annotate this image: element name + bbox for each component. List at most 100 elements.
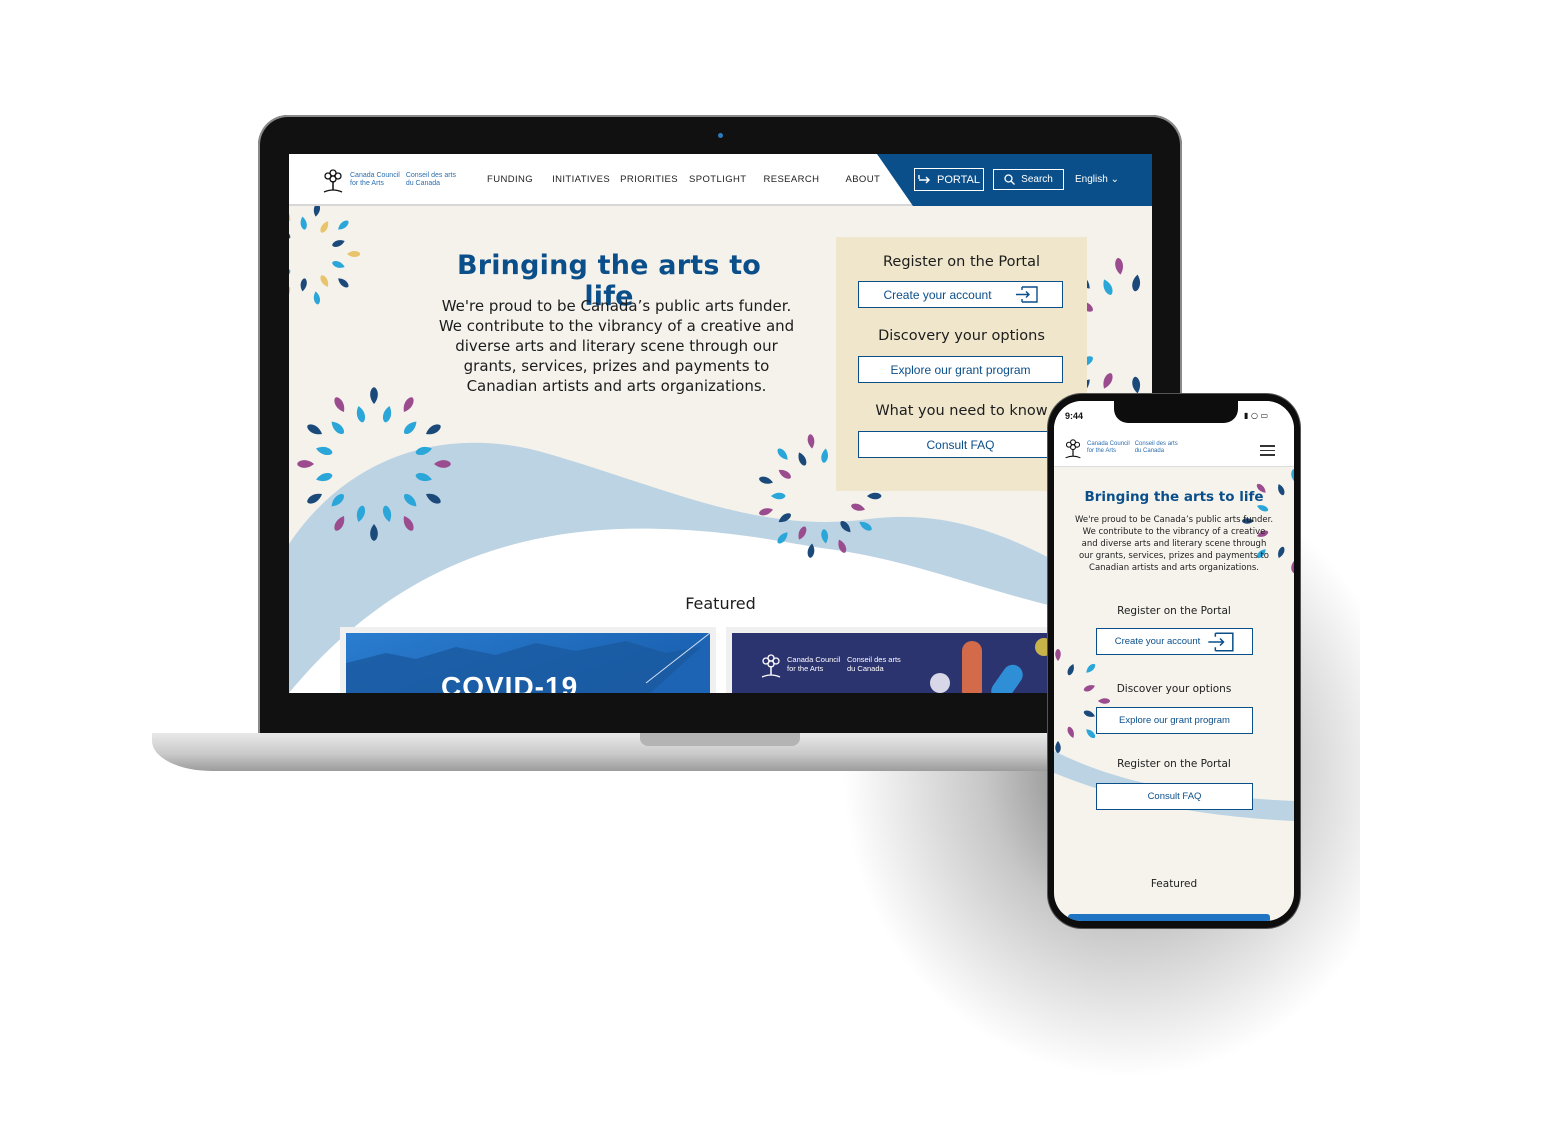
mobile-logo-french: Conseil des arts du Canada <box>1135 441 1178 455</box>
mobile-cta-heading-portal-2: Register on the Portal <box>1117 758 1231 770</box>
petal <box>1115 257 1123 275</box>
logo-en-line1: Canada Council <box>350 172 400 179</box>
wifi-icon: ○ <box>1250 411 1258 420</box>
search-button-label: Search <box>1021 174 1053 185</box>
mobile-create-account-label: Create your account <box>1114 636 1201 647</box>
petal <box>425 424 441 435</box>
nav-about[interactable]: ABOUT <box>845 174 880 185</box>
signal-icon: ▮ <box>1244 411 1249 420</box>
mobile-logo-fr-line1: Conseil des arts <box>1134 441 1178 447</box>
featured-card-covid[interactable]: COVID-19 <box>340 627 716 693</box>
petal <box>807 434 815 449</box>
petal <box>1086 729 1096 739</box>
petal <box>404 421 417 434</box>
mobile-cta-heading-portal: Register on the Portal <box>1117 605 1231 617</box>
nav-initiatives[interactable]: INITIATIVES <box>552 174 610 185</box>
mobile-decoration <box>1054 469 1294 821</box>
mobile-logo-en-line1: Canada Council <box>1087 441 1130 447</box>
mobile-logo-english: Canada Council for the Arts <box>1087 441 1130 455</box>
tree-logo-icon <box>323 169 343 193</box>
portal-button[interactable]: PORTAL <box>914 168 984 191</box>
logo-fr-line2: du Canada <box>405 180 441 187</box>
petal <box>1055 741 1061 753</box>
petal <box>307 493 323 504</box>
petal <box>316 472 333 482</box>
petal <box>338 278 349 288</box>
nav-spotlight[interactable]: SPOTLIGHT <box>689 174 746 185</box>
desktop-screen: Canada Council for the Arts Conseil des … <box>289 154 1152 693</box>
petal <box>1291 561 1294 573</box>
petal <box>1067 726 1074 738</box>
create-account-button[interactable]: Create your account <box>858 281 1063 308</box>
petal <box>289 229 291 239</box>
petal <box>316 446 333 456</box>
nav-research[interactable]: RESEARCH <box>763 174 819 185</box>
cta-heading-options: Discovery your options <box>878 328 1045 344</box>
cta-heading-portal: Register on the Portal <box>882 254 1041 270</box>
hero-body: We're proud to be Canada’s public arts f… <box>438 297 795 395</box>
petal <box>1103 373 1113 389</box>
portal-arrow-icon <box>918 174 930 183</box>
mobile-logo-en-line2: for the Arts <box>1087 448 1117 454</box>
create-account-label: Create your account <box>883 287 992 302</box>
language-label: English <box>1075 174 1108 185</box>
nav-funding[interactable]: FUNDING <box>487 174 533 185</box>
petal <box>759 476 773 484</box>
mobile-create-account-button[interactable]: Create your account <box>1096 628 1253 655</box>
search-icon <box>1004 174 1016 185</box>
covid-card-title: COVID-19 <box>441 671 579 693</box>
portal-button-label: PORTAL <box>937 173 980 186</box>
petal <box>289 269 291 279</box>
status-bar: 9:44 ▮ ○ ▭ <box>1054 401 1294 431</box>
petal <box>851 503 866 511</box>
petal <box>759 508 773 516</box>
petal <box>1103 279 1113 295</box>
status-icons: ▮ ○ ▭ <box>1244 411 1268 420</box>
status-time: 9:44 <box>1065 411 1084 421</box>
petal <box>338 220 349 230</box>
mobile-consult-faq-button[interactable]: Consult FAQ <box>1096 783 1253 810</box>
laptop-trackpad-notch <box>640 733 800 746</box>
mobile-logo-fr-line2: du Canada <box>1134 448 1165 454</box>
petal <box>382 406 392 423</box>
petal-ring-topleft <box>289 203 361 305</box>
petal <box>778 469 791 479</box>
nav-priorities[interactable]: PRIORITIES <box>620 174 678 185</box>
mobile-hero-body: We're proud to be Canada’s public arts f… <box>1074 515 1274 573</box>
petal <box>403 397 414 413</box>
main-nav: FUNDING INITIATIVES PRIORITIES SPOTLIGHT… <box>487 174 880 185</box>
petal <box>347 250 361 258</box>
petal <box>1055 649 1061 661</box>
petal <box>1086 663 1096 673</box>
language-selector[interactable]: English ⌄ <box>1075 174 1119 185</box>
consult-faq-button[interactable]: Consult FAQ <box>858 431 1063 458</box>
petal <box>297 460 314 468</box>
mobile-featured-card-preview[interactable] <box>1068 914 1270 921</box>
mobile-explore-grant-label: Explore our grant program <box>1119 715 1230 726</box>
petal <box>1083 710 1095 717</box>
site-logo[interactable]: Canada Council for the Arts Conseil des … <box>322 166 456 194</box>
card2-logo-fr: Conseil des arts du Canada <box>847 655 901 673</box>
petal <box>798 452 807 466</box>
logo-fr-line1: Conseil des arts <box>405 172 457 179</box>
petal <box>320 275 329 287</box>
petal <box>1067 664 1074 676</box>
mobile-logo[interactable]: Canada Council for the Arts Conseil des … <box>1064 436 1178 460</box>
petal <box>334 397 345 413</box>
explore-grant-button[interactable]: Explore our grant program <box>858 356 1063 383</box>
search-button[interactable]: Search <box>993 169 1064 190</box>
mobile-hero-title: Bringing the arts to life <box>1084 489 1264 505</box>
petal <box>771 492 786 500</box>
petal <box>1150 263 1152 281</box>
mobile-cta-heading-options: Discover your options <box>1116 683 1232 695</box>
petal <box>331 421 344 434</box>
mobile-explore-grant-button[interactable]: Explore our grant program <box>1096 707 1253 734</box>
hamburger-menu-icon[interactable] <box>1260 445 1275 459</box>
petal <box>289 209 291 222</box>
mobile-petal-ring-left <box>1055 649 1110 753</box>
portal-arrow-icon <box>1015 286 1038 303</box>
logo-french: Conseil des arts du Canada <box>406 172 456 188</box>
phone-notch <box>1114 401 1238 423</box>
petal <box>370 387 378 404</box>
mobile-screen: 9:44 ▮ ○ ▭ Canada Council for the Arts C… <box>1054 401 1294 921</box>
